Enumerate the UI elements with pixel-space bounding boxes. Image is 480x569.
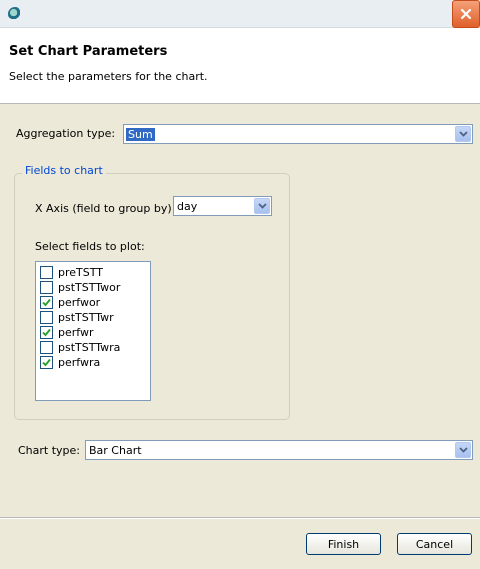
field-label: pstTSTTwor <box>58 281 121 294</box>
fields-list[interactable]: preTSTT pstTSTTwor perfwor pstTSTTwr per… <box>35 261 151 401</box>
field-label: preTSTT <box>58 266 103 279</box>
page-title: Set Chart Parameters <box>9 44 168 59</box>
list-item[interactable]: perfwr <box>40 325 93 340</box>
page-description: Select the parameters for the chart. <box>9 70 208 83</box>
x-axis-select[interactable]: day <box>173 196 272 216</box>
chart-type-select[interactable]: Bar Chart <box>85 440 473 460</box>
aggregation-type-select[interactable]: Sum <box>123 124 473 144</box>
aggregation-type-value: Sum <box>126 128 155 141</box>
close-icon <box>460 8 472 20</box>
x-axis-dropdown-button[interactable] <box>254 198 270 214</box>
dialog-header: Set Chart Parameters Select the paramete… <box>0 28 480 104</box>
finish-button[interactable]: Finish <box>306 533 381 555</box>
field-checkbox[interactable] <box>40 356 53 369</box>
check-icon <box>42 328 51 337</box>
field-label: perfwr <box>58 326 94 339</box>
chart-type-label: Chart type: <box>18 444 81 457</box>
field-checkbox[interactable] <box>40 341 53 354</box>
x-axis-value: day <box>177 200 198 213</box>
field-checkbox[interactable] <box>40 296 53 309</box>
field-label: perfwra <box>58 356 101 369</box>
aggregation-dropdown-button[interactable] <box>455 126 471 142</box>
cancel-button[interactable]: Cancel <box>397 533 472 555</box>
chevron-down-icon <box>257 203 267 209</box>
list-item[interactable]: perfwra <box>40 355 100 370</box>
field-label: pstTSTTwr <box>58 311 114 324</box>
title-bar[interactable] <box>0 0 480 28</box>
field-checkbox[interactable] <box>40 311 53 324</box>
field-label: perfwor <box>58 296 101 309</box>
field-checkbox[interactable] <box>40 266 53 279</box>
field-checkbox[interactable] <box>40 326 53 339</box>
x-axis-label: X Axis (field to group by) <box>35 202 172 215</box>
dialog-window: Set Chart Parameters Select the paramete… <box>0 0 480 569</box>
chart-type-value: Bar Chart <box>89 444 142 457</box>
check-icon <box>42 298 51 307</box>
list-item[interactable]: pstTSTTwor <box>40 280 120 295</box>
field-label: pstTSTTwra <box>58 341 121 354</box>
aggregation-type-label: Aggregation type: <box>16 127 116 140</box>
close-button[interactable] <box>452 0 480 28</box>
list-item[interactable]: perfwor <box>40 295 100 310</box>
select-fields-label: Select fields to plot: <box>35 240 145 253</box>
chart-type-dropdown-button[interactable] <box>455 442 471 458</box>
list-item[interactable]: preTSTT <box>40 265 103 280</box>
list-item[interactable]: pstTSTTwr <box>40 310 114 325</box>
eclipse-app-icon <box>8 7 22 21</box>
check-icon <box>42 358 51 367</box>
fields-to-chart-title: Fields to chart <box>22 164 106 177</box>
field-checkbox[interactable] <box>40 281 53 294</box>
footer-divider-highlight <box>0 518 480 519</box>
chevron-down-icon <box>458 447 468 453</box>
list-item[interactable]: pstTSTTwra <box>40 340 120 355</box>
chevron-down-icon <box>458 131 468 137</box>
